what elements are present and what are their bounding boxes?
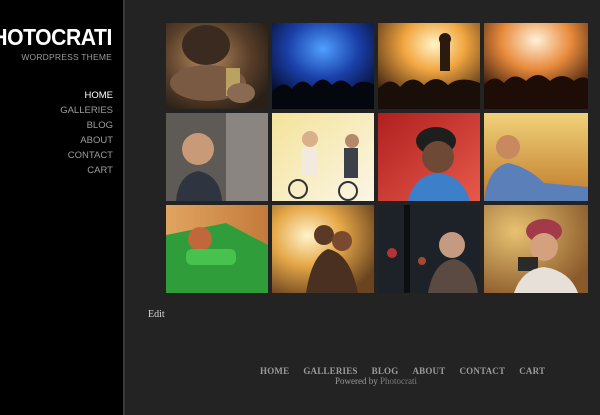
photo-woman-camera[interactable] xyxy=(484,205,588,293)
photo-gallery xyxy=(166,23,588,293)
site-tagline: WORDPRESS THEME xyxy=(21,52,112,62)
photo-couple-kiss-sunset[interactable] xyxy=(272,205,374,293)
photo-concert-crowd[interactable] xyxy=(484,23,588,109)
sidebar: PHOTOCRATI WORDPRESS THEME HOME GALLERIE… xyxy=(0,0,125,415)
photo-couple-bicycles[interactable] xyxy=(272,113,374,201)
footer-link-contact[interactable]: CONTACT xyxy=(459,366,505,376)
nav-item-home[interactable]: HOME xyxy=(60,88,114,103)
photo-man-with-keys[interactable] xyxy=(166,23,268,109)
footer-link-about[interactable]: ABOUT xyxy=(412,366,445,376)
powered-by: Powered by Photocrati xyxy=(335,376,417,386)
nav-item-about[interactable]: ABOUT xyxy=(60,133,113,148)
powered-by-brand-link[interactable]: Photocrati xyxy=(380,376,417,386)
nav-item-galleries[interactable]: GALLERIES xyxy=(60,103,113,118)
nav-item-blog[interactable]: BLOG xyxy=(60,118,113,133)
main-nav: HOME GALLERIES BLOG ABOUT CONTACT CART xyxy=(60,88,113,178)
photo-concert-blue[interactable] xyxy=(272,23,374,109)
photo-woman-car-window[interactable] xyxy=(166,205,268,293)
nav-item-contact[interactable]: CONTACT xyxy=(60,148,113,163)
photo-man-red-background[interactable] xyxy=(378,113,480,201)
footer-link-home[interactable]: HOME xyxy=(260,366,289,376)
photo-smiling-man-headphones[interactable] xyxy=(166,113,268,201)
photo-concert-guitarist[interactable] xyxy=(378,23,480,109)
footer-link-galleries[interactable]: GALLERIES xyxy=(303,366,357,376)
site-logo[interactable]: PHOTOCRATI xyxy=(0,24,112,51)
nav-item-cart[interactable]: CART xyxy=(60,163,113,178)
edit-link[interactable]: Edit xyxy=(148,309,165,320)
photo-woman-field[interactable] xyxy=(484,113,588,201)
footer-link-cart[interactable]: CART xyxy=(519,366,545,376)
photo-woman-night-city[interactable] xyxy=(378,205,480,293)
footer-link-blog[interactable]: BLOG xyxy=(372,366,399,376)
powered-by-prefix: Powered by xyxy=(335,376,378,386)
